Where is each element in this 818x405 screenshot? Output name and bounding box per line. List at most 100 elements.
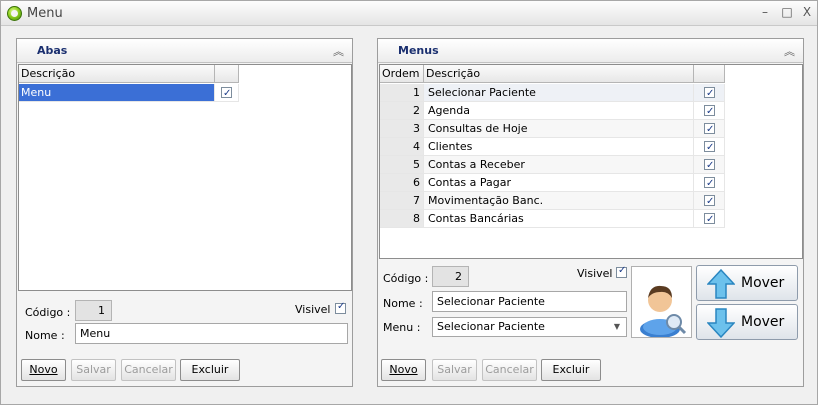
menu-select[interactable]: Selecionar Paciente ▼ bbox=[432, 317, 627, 337]
cancelar-button[interactable]: Cancelar bbox=[482, 359, 537, 381]
row-visivel-cell[interactable] bbox=[694, 120, 725, 138]
codigo-label: Código : bbox=[383, 272, 429, 285]
mover-down-label: Mover bbox=[741, 314, 785, 330]
salvar-button[interactable]: Salvar bbox=[432, 359, 477, 381]
salvar-button[interactable]: Salvar bbox=[71, 359, 116, 381]
arrow-down-icon bbox=[707, 308, 735, 338]
row-visivel-checkbox[interactable] bbox=[704, 175, 715, 192]
visivel-checkbox[interactable] bbox=[616, 265, 627, 278]
row-descricao[interactable]: Clientes bbox=[424, 138, 694, 156]
row-descricao[interactable]: Agenda bbox=[424, 102, 694, 120]
nome-label: Nome : bbox=[25, 329, 65, 342]
row-ordem[interactable]: 3 bbox=[380, 120, 424, 138]
maximize-button[interactable]: □ bbox=[779, 4, 795, 20]
menus-grid: Ordem Descrição 1Selecionar Paciente2Age… bbox=[379, 64, 803, 259]
mover-up-label: Mover bbox=[741, 275, 785, 291]
abas-panel-title: Abas bbox=[37, 44, 68, 57]
user-search-icon bbox=[640, 285, 687, 338]
title-bar: Menu – □ X bbox=[1, 1, 817, 26]
row-descricao[interactable]: Movimentação Banc. bbox=[424, 192, 694, 210]
arrow-up-icon bbox=[707, 269, 735, 299]
col-header-visivel[interactable] bbox=[694, 65, 725, 83]
novo-button[interactable]: Novo bbox=[381, 359, 426, 381]
row-visivel-checkbox[interactable] bbox=[704, 211, 715, 228]
menus-panel-header: Menus ︽ bbox=[378, 39, 803, 63]
collapse-icon[interactable]: ︽ bbox=[784, 43, 795, 59]
novo-button-label: Novo bbox=[29, 363, 58, 376]
row-ordem[interactable]: 8 bbox=[380, 210, 424, 228]
table-row[interactable]: 3 Consultas de Hoje bbox=[380, 120, 725, 138]
col-header-ordem[interactable]: Ordem bbox=[380, 65, 424, 83]
row-visivel-cell[interactable] bbox=[694, 192, 725, 210]
row-descricao[interactable]: Menu bbox=[19, 84, 215, 102]
col-header-descricao[interactable]: Descrição bbox=[424, 65, 694, 83]
row-descricao[interactable]: Selecionar Paciente bbox=[424, 84, 694, 102]
visivel-label: Visivel bbox=[577, 267, 613, 280]
row-ordem[interactable]: 7 bbox=[380, 192, 424, 210]
visivel-label: Visivel bbox=[295, 303, 331, 316]
visivel-checkbox[interactable] bbox=[335, 301, 346, 314]
novo-button-label: Novo bbox=[389, 363, 418, 376]
row-visivel-checkbox[interactable] bbox=[704, 85, 715, 102]
menu-label: Menu : bbox=[383, 321, 421, 334]
collapse-icon[interactable]: ︽ bbox=[333, 43, 344, 59]
table-row[interactable]: 1 Selecionar Paciente bbox=[380, 84, 725, 102]
row-descricao[interactable]: Contas a Receber bbox=[424, 156, 694, 174]
row-descricao[interactable]: Consultas de Hoje bbox=[424, 120, 694, 138]
row-visivel-checkbox[interactable] bbox=[704, 157, 715, 174]
row-visivel-checkbox[interactable] bbox=[221, 85, 232, 102]
menu-select-value: Selecionar Paciente bbox=[437, 320, 545, 333]
col-header-descricao[interactable]: Descrição bbox=[19, 65, 215, 83]
row-ordem[interactable]: 6 bbox=[380, 174, 424, 192]
chevron-down-icon[interactable]: ▼ bbox=[614, 318, 620, 336]
menu-window: Menu – □ X Abas ︽ Descrição Menu Código … bbox=[0, 0, 818, 405]
mover-up-button[interactable]: Mover bbox=[696, 265, 798, 301]
col-header-visivel[interactable] bbox=[215, 65, 239, 83]
table-row[interactable]: 2 Agenda bbox=[380, 102, 725, 120]
row-visivel-checkbox[interactable] bbox=[704, 121, 715, 138]
patient-search-icon[interactable] bbox=[631, 266, 692, 338]
row-visivel-checkbox[interactable] bbox=[704, 139, 715, 156]
row-visivel-cell[interactable] bbox=[694, 174, 725, 192]
codigo-field[interactable]: 2 bbox=[432, 266, 469, 287]
close-button[interactable]: X bbox=[799, 4, 815, 20]
novo-button[interactable]: Novo bbox=[21, 359, 66, 381]
abas-panel: Abas ︽ Descrição Menu Código : 1 Visivel… bbox=[16, 38, 353, 387]
codigo-field[interactable]: 1 bbox=[75, 300, 112, 321]
excluir-button[interactable]: Excluir bbox=[541, 359, 601, 381]
minimize-button[interactable]: – bbox=[757, 4, 773, 20]
row-ordem[interactable]: 1 bbox=[380, 84, 424, 102]
table-row[interactable]: 4 Clientes bbox=[380, 138, 725, 156]
table-row[interactable]: Menu bbox=[19, 84, 239, 102]
table-row[interactable]: 5 Contas a Receber bbox=[380, 156, 725, 174]
row-visivel-cell[interactable] bbox=[694, 156, 725, 174]
table-row[interactable]: 6 Contas a Pagar bbox=[380, 174, 725, 192]
nome-input[interactable]: Menu bbox=[75, 323, 348, 344]
menus-panel: Menus ︽ Ordem Descrição 1 Selecionar Paci… bbox=[377, 38, 804, 387]
menus-panel-title: Menus bbox=[398, 44, 439, 57]
mover-down-button[interactable]: Mover bbox=[696, 304, 798, 340]
row-visivel-cell[interactable] bbox=[694, 138, 725, 156]
row-visivel-checkbox[interactable] bbox=[704, 103, 715, 120]
row-visivel-checkbox[interactable] bbox=[704, 193, 715, 210]
abas-grid-header: Descrição bbox=[19, 65, 239, 83]
table-row[interactable]: 7 Movimentação Banc. bbox=[380, 192, 725, 210]
row-visivel-cell[interactable] bbox=[694, 210, 725, 228]
row-ordem[interactable]: 2 bbox=[380, 102, 424, 120]
row-ordem[interactable]: 4 bbox=[380, 138, 424, 156]
row-ordem[interactable]: 5 bbox=[380, 156, 424, 174]
menus-grid-header: Ordem Descrição bbox=[380, 65, 725, 83]
abas-grid: Descrição Menu bbox=[18, 64, 352, 291]
table-row[interactable]: 8 Contas Bancárias bbox=[380, 210, 725, 228]
row-descricao[interactable]: Contas a Pagar bbox=[424, 174, 694, 192]
nome-input[interactable]: Selecionar Paciente bbox=[432, 291, 627, 312]
row-descricao[interactable]: Contas Bancárias bbox=[424, 210, 694, 228]
row-visivel-cell[interactable] bbox=[215, 84, 239, 102]
row-visivel-cell[interactable] bbox=[694, 84, 725, 102]
window-title: Menu bbox=[27, 6, 63, 21]
excluir-button[interactable]: Excluir bbox=[180, 359, 240, 381]
cancelar-button[interactable]: Cancelar bbox=[121, 359, 176, 381]
abas-panel-header: Abas ︽ bbox=[17, 39, 352, 63]
nome-label: Nome : bbox=[383, 297, 423, 310]
row-visivel-cell[interactable] bbox=[694, 102, 725, 120]
